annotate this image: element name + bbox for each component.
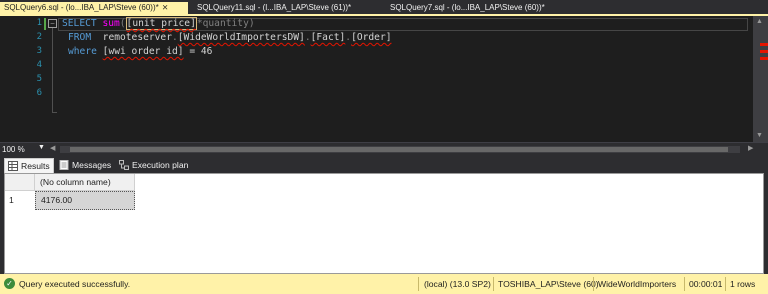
divider: [684, 277, 685, 291]
divider: [418, 277, 419, 291]
scroll-left-icon[interactable]: ◀: [50, 144, 55, 152]
column-unit-price: [unit price]: [125, 17, 197, 30]
paren: (: [119, 18, 126, 29]
line-number: 1: [36, 18, 42, 28]
tab-results[interactable]: Results: [4, 158, 54, 173]
column-wwi-order-id: [wwi order id]: [102, 46, 184, 57]
function-sum: sum: [102, 18, 120, 29]
server-name: remoteserver: [102, 32, 172, 43]
status-database: WideWorldImporters: [598, 279, 677, 289]
status-server: (local) (13.0 SP2): [424, 279, 491, 289]
database-name: [WideWorldImportersDW]: [177, 32, 305, 43]
divider: [593, 277, 594, 291]
status-rows: 1 rows: [730, 279, 756, 289]
result-cell[interactable]: 4176.00: [35, 191, 135, 210]
tab-label: SQLQuery11.sql - (l...IBA_LAP\Steve (61)…: [197, 3, 352, 12]
messages-icon: [59, 160, 69, 170]
table-name: [Order]: [351, 32, 392, 43]
line-number: 4: [36, 60, 42, 70]
outline-line: [52, 25, 53, 113]
tab-label: Messages: [72, 160, 112, 170]
horizontal-scroll-thumb[interactable]: [70, 147, 728, 152]
outline-end: [52, 112, 57, 113]
error-marker: [760, 43, 768, 46]
row-header[interactable]: 1: [5, 191, 35, 210]
query-editor[interactable]: 1 2 3 4 5 6 − SELECT sum([unit price]*qu…: [0, 16, 768, 142]
editor-bottom-bar: 100 % ▼ ◀ ▶: [0, 142, 768, 155]
code-rest: = 46: [183, 46, 213, 57]
scroll-down-icon[interactable]: ▼: [756, 132, 763, 139]
line-number: 6: [36, 88, 42, 98]
document-tab-strip: SQLQuery6.sql - (lo...IBA_LAP\Steve (60)…: [0, 0, 768, 16]
tab-messages[interactable]: Messages: [56, 158, 114, 173]
keyword-select: SELECT: [62, 18, 97, 29]
error-marker: [760, 57, 768, 60]
status-elapsed: 00:00:01: [689, 279, 723, 289]
grid-corner[interactable]: [5, 174, 35, 191]
zoom-level[interactable]: 100 %: [2, 144, 34, 155]
code-line-3: where [wwi order id] = 46: [68, 45, 212, 58]
grid-icon: [8, 161, 18, 171]
change-indicator: [44, 18, 46, 30]
pin-icon[interactable]: ⨯: [162, 2, 169, 14]
code-rest: *quantity): [196, 18, 255, 29]
line-number-gutter: 1 2 3 4 5 6: [0, 16, 50, 142]
scroll-up-icon[interactable]: ▲: [756, 18, 763, 25]
line-number: 5: [36, 74, 42, 84]
status-message: Query executed successfully.: [19, 279, 131, 289]
keyword-from: FROM: [68, 32, 92, 43]
status-user: TOSHIBA_LAP\Steve (60): [498, 279, 599, 289]
results-grid[interactable]: (No column name) 1 4176.00: [4, 173, 764, 274]
divider: [725, 277, 726, 291]
tab-label: SQLQuery7.sql - (lo...IBA_LAP\Steve (60)…: [390, 3, 545, 12]
divider: [493, 277, 494, 291]
chevron-down-icon[interactable]: ▼: [38, 144, 45, 151]
line-number: 3: [36, 46, 42, 56]
scroll-right-icon[interactable]: ▶: [748, 144, 753, 152]
tab-label: Execution plan: [132, 160, 189, 170]
editor-vertical-scrollbar[interactable]: ▲ ▼: [753, 16, 768, 142]
results-tab-strip: Results Messages Execution plan: [0, 156, 768, 173]
success-check-icon: ✓: [4, 278, 15, 289]
code-line-1: SELECT sum([unit price]*quantity): [62, 17, 255, 30]
code-line-2: FROM remoteserver.[WideWorldImportersDW]…: [68, 31, 392, 44]
collapse-toggle-icon[interactable]: −: [48, 19, 57, 28]
tab-execution-plan[interactable]: Execution plan: [116, 158, 192, 173]
line-number: 2: [36, 32, 42, 42]
column-header[interactable]: (No column name): [35, 174, 135, 191]
schema-name: [Fact]: [310, 32, 346, 43]
error-marker: [760, 50, 768, 53]
status-bar: ✓ Query executed successfully. (local) (…: [0, 274, 768, 294]
tab-label: Results: [21, 161, 50, 171]
execution-plan-icon: [119, 160, 129, 170]
tab-label: SQLQuery6.sql - (lo...IBA_LAP\Steve (60)…: [4, 3, 159, 12]
keyword-where: where: [68, 46, 97, 57]
